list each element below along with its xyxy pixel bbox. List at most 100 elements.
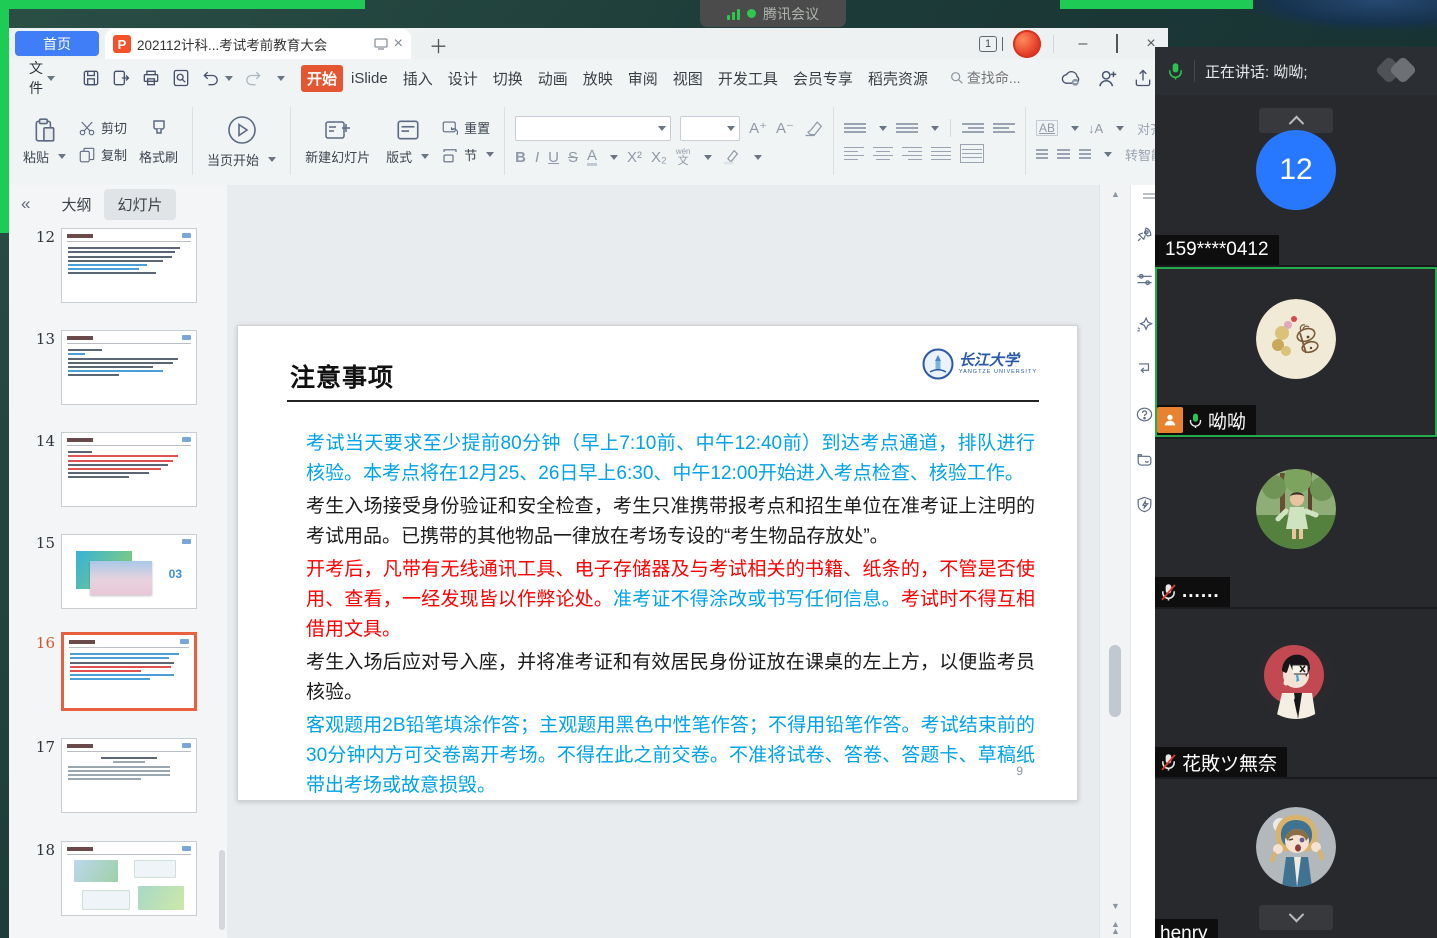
redo-icon[interactable]: [243, 68, 263, 88]
ribbon-tab-transition[interactable]: 切换: [486, 64, 530, 93]
ribbon-tab-developer[interactable]: 开发工具: [711, 64, 785, 93]
meeting-floating-bar[interactable]: 腾讯会议: [700, 0, 846, 27]
slide-title[interactable]: 注意事项: [290, 358, 394, 394]
slide-thumbnail-18[interactable]: [61, 841, 197, 916]
align-right-button[interactable]: [902, 144, 922, 163]
ribbon-tab-design[interactable]: 设计: [441, 64, 485, 93]
ribbon-tab-view[interactable]: 视图: [666, 64, 710, 93]
numbered-list-button[interactable]: [896, 121, 918, 136]
play-from-current-button[interactable]: 当页开始: [203, 112, 280, 171]
ribbon-tab-islide[interactable]: iSlide: [344, 66, 395, 91]
font-color-button[interactable]: A: [587, 148, 597, 166]
align-left-button[interactable]: [844, 144, 864, 163]
tab-outline[interactable]: 大纲: [48, 189, 104, 220]
slide-thumbnail-16-selected[interactable]: [61, 632, 197, 711]
maximize-button[interactable]: [1100, 35, 1134, 53]
slide-thumbnail-15[interactable]: 03: [61, 534, 197, 609]
vertical-text-button[interactable]: ↓A: [1088, 121, 1103, 136]
previous-slide-button[interactable]: ▲▲: [1100, 921, 1131, 935]
home-tab[interactable]: 首页: [15, 31, 99, 56]
new-tab-button[interactable]: ＋: [429, 32, 448, 59]
clear-format-icon[interactable]: [803, 119, 823, 137]
more-quick-access-icon[interactable]: [277, 76, 285, 81]
copy-button[interactable]: 复制: [78, 145, 127, 164]
save-icon[interactable]: [81, 68, 101, 88]
superscript-button[interactable]: X²: [627, 149, 642, 166]
document-tab[interactable]: P 202112计科...考试考前教育大会 ×: [105, 29, 411, 59]
italic-button[interactable]: I: [535, 149, 539, 166]
share-user-icon[interactable]: [1097, 68, 1119, 88]
ribbon-tab-animation[interactable]: 动画: [531, 64, 575, 93]
undo-button[interactable]: [201, 68, 233, 88]
close-tab-icon[interactable]: ×: [394, 35, 403, 53]
slide-thumbnail-17[interactable]: [61, 738, 197, 813]
search-input[interactable]: [965, 69, 1047, 87]
paste-label: 粘贴: [23, 147, 49, 166]
scrollbar-thumb[interactable]: [1109, 645, 1121, 717]
ribbon-tab-member[interactable]: 会员专享: [786, 64, 860, 93]
slide-canvas[interactable]: 注意事项 长江大学 YANGTZE UNIVERSITY 考试当天要求至少提前8…: [237, 325, 1078, 801]
bold-button[interactable]: B: [515, 149, 526, 166]
command-search[interactable]: [949, 69, 1047, 87]
section-button[interactable]: 节: [441, 145, 494, 164]
line-spacing-down-button[interactable]: [1057, 147, 1069, 162]
cut-button[interactable]: 剪切: [78, 118, 127, 137]
decrease-font-button[interactable]: A⁻: [776, 119, 794, 137]
expand-tiles-button[interactable]: [1259, 905, 1333, 930]
participant-tile-3[interactable]: ......: [1155, 439, 1437, 607]
text-direction-button[interactable]: AB: [1036, 120, 1058, 136]
participant-tile-1[interactable]: 12 159****0412: [1155, 95, 1437, 265]
tab-slides[interactable]: 幻灯片: [104, 189, 175, 220]
participant-tile-4[interactable]: 花敗ツ無奈: [1155, 609, 1437, 777]
ribbon-tab-docer[interactable]: 稻壳资源: [861, 64, 935, 93]
font-size-select[interactable]: [680, 116, 740, 141]
reset-button[interactable]: 重置: [441, 118, 494, 137]
account-avatar[interactable]: [1013, 30, 1041, 58]
slide-thumbnail-12[interactable]: [61, 228, 197, 303]
slide-body-textframe[interactable]: 考试当天要求至少提前80分钟（早上7:10前、中午12:40前）到达考点通道，排…: [306, 429, 1035, 804]
layout-button[interactable]: 版式: [382, 115, 433, 168]
scroll-down-arrow[interactable]: ▼: [1100, 901, 1131, 911]
ribbon-tab-insert[interactable]: 插入: [396, 64, 440, 93]
increase-font-button[interactable]: A⁺: [749, 119, 767, 137]
highlight-color-icon[interactable]: [721, 149, 741, 165]
format-painter-button[interactable]: 格式刷: [135, 115, 182, 168]
convert-smart-button[interactable]: 转智能: [1121, 145, 1158, 164]
increase-indent-button[interactable]: [993, 121, 1015, 136]
slide-thumbnail-14[interactable]: [61, 432, 197, 507]
participant-tile-2-speaking[interactable]: 呦呦: [1155, 267, 1437, 437]
participant-tile-5[interactable]: henry: [1155, 779, 1437, 938]
print-icon[interactable]: [141, 68, 161, 88]
window-count-icon[interactable]: 1: [979, 36, 997, 52]
export-icon[interactable]: [111, 68, 131, 88]
pinyin-guide-button[interactable]: wén 文: [676, 148, 691, 167]
align-center-button[interactable]: [873, 144, 893, 163]
file-menu[interactable]: 文件: [29, 58, 43, 98]
distribute-text-button[interactable]: [960, 144, 984, 163]
underline-button[interactable]: U: [548, 149, 559, 166]
panel-scrollbar-thumb[interactable]: [219, 850, 225, 930]
font-name-select[interactable]: [515, 116, 671, 141]
ribbon-tab-home[interactable]: 开始: [301, 65, 343, 92]
bullet-list-button[interactable]: [844, 121, 866, 136]
scroll-up-arrow[interactable]: ▲: [1100, 189, 1131, 199]
justify-button[interactable]: [931, 144, 951, 163]
minimize-button[interactable]: –: [1066, 35, 1100, 53]
slide-thumbnail-13[interactable]: [61, 330, 197, 405]
layout-label: 版式: [386, 147, 412, 166]
new-slide-button[interactable]: 新建幻灯片: [301, 115, 374, 168]
section-icon: [441, 146, 459, 164]
editor-scrollbar[interactable]: ▲ ▼ ▲▲ ▼▼: [1099, 185, 1131, 938]
line-spacing-button[interactable]: [1079, 147, 1091, 162]
print-preview-icon[interactable]: [171, 68, 191, 88]
collapse-panel-icon[interactable]: «: [21, 194, 30, 214]
ribbon-tab-slideshow[interactable]: 放映: [576, 64, 620, 93]
line-spacing-up-button[interactable]: [1036, 147, 1048, 162]
decrease-indent-button[interactable]: [962, 121, 984, 136]
paste-button[interactable]: 粘贴: [19, 115, 70, 168]
subscript-button[interactable]: X₂: [651, 149, 667, 166]
cloud-sync-icon[interactable]: [1059, 68, 1083, 88]
strikethrough-button[interactable]: S: [568, 149, 578, 166]
ribbon-tab-review[interactable]: 审阅: [621, 64, 665, 93]
share-arrow-icon[interactable]: [1133, 68, 1153, 88]
